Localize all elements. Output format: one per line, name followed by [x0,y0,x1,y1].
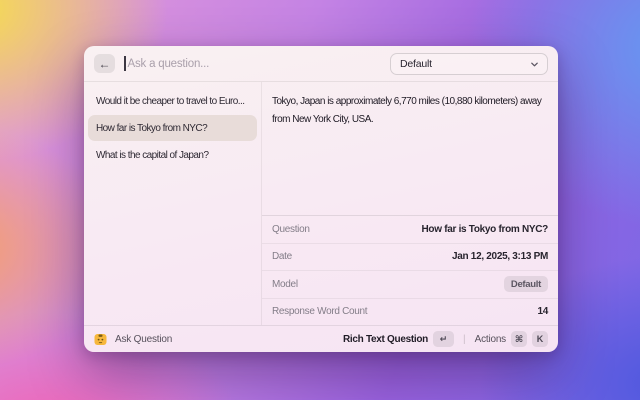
list-item-question-3[interactable]: What is the capital of Japan? [88,142,257,168]
back-arrow-icon: ← [99,57,111,71]
metadata-label: Date [272,251,292,262]
question-list: Would it be cheaper to travel to Euro...… [84,82,262,325]
k-key-icon: K [532,331,548,347]
status-bar: Ask Question Rich Text Question ↵ | Acti… [84,325,558,352]
ask-question-input[interactable]: Ask a question... [128,58,210,70]
metadata-label: Model [272,279,298,290]
actions-button[interactable]: Actions [475,334,506,345]
metadata-row-model: Model Default [262,270,558,298]
text-cursor [124,56,126,71]
metadata-label: Response Word Count [272,306,367,317]
return-key-icon: ↵ [433,331,454,347]
metadata-row-question: Question How far is Tokyo from NYC? [262,216,558,243]
detail-panel: Tokyo, Japan is approximately 6,770 mile… [262,82,558,325]
metadata-value: Jan 12, 2025, 3:13 PM [452,251,548,262]
top-bar: ← Ask a question... Default [84,46,558,82]
footer-app: Ask Question [94,333,343,346]
rich-text-question-button[interactable]: Rich Text Question [343,334,428,345]
raycast-window: ← Ask a question... Default Would it be … [84,46,558,352]
model-dropdown-value: Default [400,58,530,70]
footer-divider: | [463,334,466,345]
back-button[interactable]: ← [94,54,115,73]
desktop-background: ← Ask a question... Default Would it be … [0,0,640,400]
chevron-down-icon [530,60,539,69]
command-key-icon: ⌘ [511,331,527,347]
metadata-value: How far is Tokyo from NYC? [422,224,548,235]
answer-text: Tokyo, Japan is approximately 6,770 mile… [262,82,558,215]
model-default-badge: Default [504,276,548,292]
metadata-row-word-count: Response Word Count 14 [262,298,558,326]
metadata-label: Question [272,224,310,235]
footer-app-label: Ask Question [115,334,172,345]
footer-actions: Rich Text Question ↵ | Actions ⌘ K [343,331,548,347]
ask-question-icon [94,333,107,346]
metadata-value: 14 [537,306,548,317]
list-item-question-1[interactable]: Would it be cheaper to travel to Euro... [88,88,257,114]
list-item-question-2-selected[interactable]: How far is Tokyo from NYC? [88,115,257,141]
content-area: Would it be cheaper to travel to Euro...… [84,82,558,325]
model-dropdown[interactable]: Default [390,53,548,75]
metadata-row-date: Date Jan 12, 2025, 3:13 PM [262,243,558,271]
metadata-section: Question How far is Tokyo from NYC? Date… [262,215,558,325]
